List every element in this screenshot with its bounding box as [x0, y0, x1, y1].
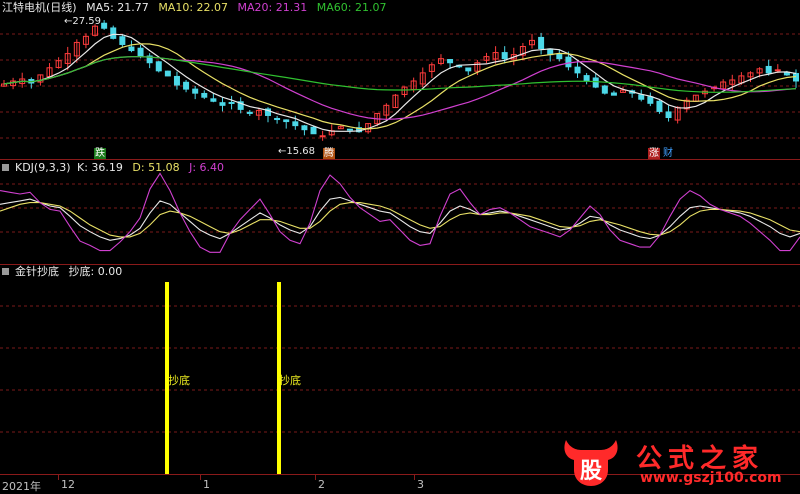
- axis-label-month: 3: [417, 478, 424, 491]
- candle-body: [656, 100, 663, 112]
- kdj-j-value: J: 6.40: [189, 161, 225, 174]
- candle-body: [447, 59, 454, 64]
- kdj-header: KDJ(9,3,3) K: 36.19 D: 51.08 J: 6.40: [2, 161, 230, 174]
- candle-body: [246, 111, 253, 114]
- kdj-chart[interactable]: [0, 160, 800, 264]
- ma60-line: [3, 56, 797, 93]
- axis-label-month: 12: [61, 478, 75, 491]
- price-header: 江特电机(日线) MA5: 21.77 MA10: 22.07 MA20: 21…: [2, 1, 392, 14]
- kdj-k-value: K: 36.19: [77, 161, 123, 174]
- marker-zhang: 涨: [648, 148, 660, 159]
- indicator-square-icon: [2, 164, 9, 171]
- candle-body: [101, 22, 108, 29]
- signal-header: 金针抄底 抄底: 0.00: [2, 265, 128, 278]
- candle-body: [547, 48, 554, 56]
- candle-body: [119, 36, 126, 45]
- candle-body: [301, 125, 308, 131]
- price-panel[interactable]: ←27.59 ←15.68 江特电机(日线) MA5: 21.77 MA10: 2…: [0, 0, 800, 160]
- marker-cai: 财: [663, 148, 673, 159]
- candle-body: [173, 75, 180, 86]
- kdj-name: KDJ(9,3,3): [15, 161, 71, 174]
- candle-body: [765, 65, 772, 74]
- candle-body: [210, 98, 217, 102]
- signal-label: 抄底: [279, 374, 301, 387]
- candle-body: [638, 94, 645, 100]
- candle-body: [346, 128, 353, 131]
- axis-tick: [414, 475, 415, 480]
- ma5-value: MA5: 21.77: [86, 1, 149, 14]
- signal-value: 抄底: 0.00: [68, 265, 123, 278]
- axis-tick: [200, 475, 201, 480]
- candle-body: [310, 126, 317, 135]
- candle-body: [556, 53, 563, 60]
- axis-tick: [315, 475, 316, 480]
- candle-body: [183, 81, 190, 90]
- watermark-url: www.gszj100.com: [640, 470, 782, 486]
- candle-body: [538, 36, 545, 50]
- candle-body: [647, 96, 654, 104]
- candle-body: [128, 46, 135, 52]
- signal-label: 抄底: [168, 374, 190, 387]
- candle-body: [465, 67, 472, 72]
- marker-teng: 腾: [323, 148, 335, 159]
- ma20-value: MA20: 21.31: [237, 1, 308, 14]
- candle-body: [164, 70, 171, 77]
- indicator-square-icon: [2, 268, 9, 275]
- candle-body: [201, 92, 208, 98]
- low-label: ←15.68: [278, 146, 315, 157]
- candle-body: [228, 101, 235, 104]
- candle-body: [274, 117, 281, 121]
- candle-body: [610, 92, 617, 96]
- candle-body: [601, 85, 608, 94]
- kdj-j-line: [0, 172, 800, 253]
- candle-body: [283, 119, 290, 123]
- high-label: ←27.59: [64, 16, 101, 27]
- axis-label-month: 1: [203, 478, 210, 491]
- watermark: 股 公式之家 www.gszj100.com: [560, 436, 800, 493]
- ma10-value: MA10: 22.07: [158, 1, 229, 14]
- candle-body: [192, 88, 199, 94]
- candle-body: [665, 111, 672, 119]
- candle-body: [583, 75, 590, 82]
- candle-body: [565, 56, 572, 68]
- axis-label-month: 2: [318, 478, 325, 491]
- logo-text: 股: [580, 459, 602, 484]
- axis-label-year: 2021年: [2, 480, 41, 493]
- candle-body: [319, 135, 326, 138]
- bull-logo-icon: 股: [564, 440, 618, 486]
- kdj-panel[interactable]: KDJ(9,3,3) K: 36.19 D: 51.08 J: 6.40: [0, 160, 800, 264]
- candle-body: [592, 77, 599, 88]
- signal-name: 金针抄底: [15, 265, 59, 278]
- candle-body: [137, 47, 144, 58]
- candle-body: [501, 52, 508, 60]
- candle-body: [155, 61, 162, 72]
- candle-body: [774, 69, 781, 72]
- axis-tick: [58, 475, 59, 480]
- kdj-k-line: [0, 196, 800, 241]
- candle-body: [110, 27, 117, 39]
- marker-die: 跌: [94, 148, 106, 159]
- candlestick-chart[interactable]: ←27.59 ←15.68: [0, 0, 800, 160]
- ma60-value: MA60: 21.07: [316, 1, 387, 14]
- stock-title: 江特电机(日线): [2, 1, 77, 14]
- kdj-d-value: D: 51.08: [132, 161, 180, 174]
- candle-body: [292, 121, 299, 127]
- candle-body: [219, 102, 226, 106]
- candle-body: [574, 66, 581, 74]
